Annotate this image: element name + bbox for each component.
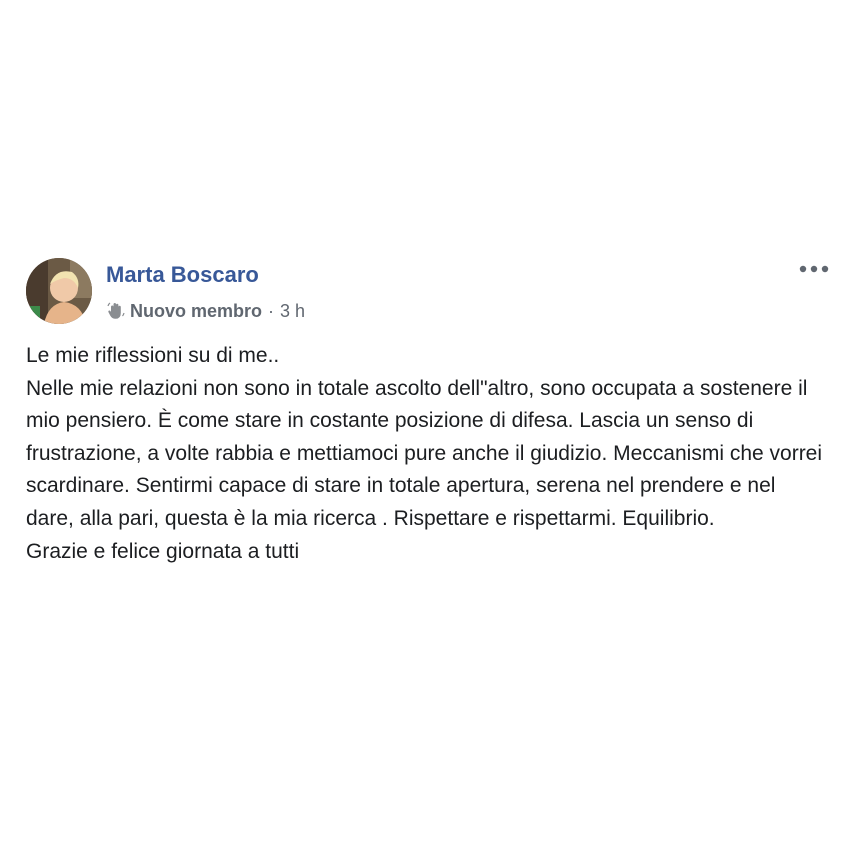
more-options-icon <box>799 265 829 273</box>
separator-dot: · <box>268 300 275 321</box>
waving-hand-icon <box>106 301 126 321</box>
post-card: Marta Boscaro Nuovo membro · 3 h Le mie … <box>0 0 850 850</box>
post-meta: Nuovo membro · 3 h <box>106 300 305 322</box>
author-name[interactable]: Marta Boscaro <box>106 262 259 288</box>
post-body: Le mie riflessioni su di me.. Nelle mie … <box>26 340 826 568</box>
member-badge[interactable]: Nuovo membro <box>130 301 262 322</box>
avatar-photo <box>26 258 92 324</box>
more-options-button[interactable] <box>796 258 832 280</box>
post-line-main: Nelle mie relazioni non sono in totale a… <box>26 376 828 530</box>
post-line-intro: Le mie riflessioni su di me.. <box>26 344 280 367</box>
post-timestamp[interactable]: 3 h <box>280 301 305 322</box>
post-line-closing: Grazie e felice giornata a tutti <box>26 539 300 563</box>
avatar[interactable] <box>26 258 92 324</box>
